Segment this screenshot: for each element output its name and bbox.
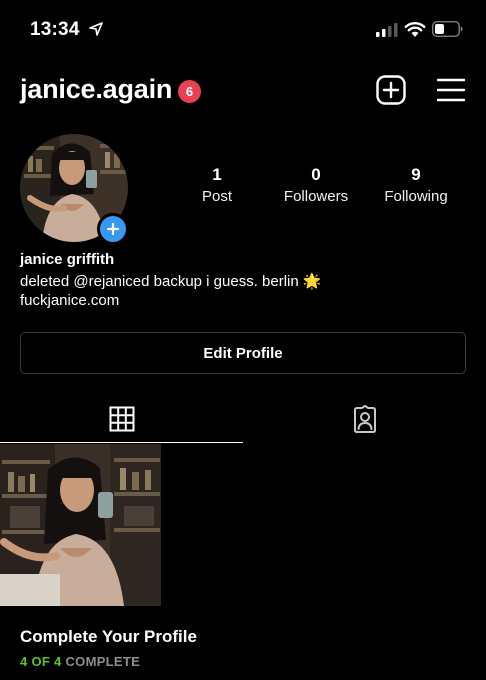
grid-icon (109, 406, 134, 431)
new-post-button[interactable] (376, 75, 406, 105)
wifi-icon (404, 22, 426, 37)
stat-posts-count: 1 (212, 165, 222, 184)
complete-profile-status: 4 OF 4 COMPLETE (20, 654, 140, 669)
stat-following-label: Following (384, 188, 448, 205)
status-bar: 13:34 (0, 0, 486, 60)
stat-posts[interactable]: 1 Post (167, 165, 267, 206)
stat-following[interactable]: 9 Following (366, 165, 466, 206)
stat-followers-count: 0 (311, 165, 321, 184)
stat-following-count: 9 (411, 165, 421, 184)
stat-posts-label: Post (201, 188, 232, 205)
profile-full-name: janice griffith (20, 251, 115, 268)
cellular-signal-icon (376, 23, 398, 37)
notification-badge[interactable]: 6 (178, 80, 201, 103)
stat-followers-label: Followers (283, 188, 349, 205)
tab-grid[interactable] (0, 395, 243, 443)
add-story-button[interactable] (97, 213, 129, 245)
location-arrow-icon (89, 22, 103, 36)
hamburger-menu-icon[interactable] (437, 78, 465, 102)
tagged-person-icon (353, 405, 376, 433)
complete-profile-count: 4 OF 4 (20, 654, 62, 669)
profile-bio: deleted @rejaniced backup i guess. berli… (20, 273, 322, 290)
post-thumbnail[interactable] (0, 444, 161, 606)
complete-profile-title: Complete Your Profile (20, 627, 197, 646)
profile-website-link[interactable]: fuckjanice.com (20, 292, 119, 309)
profile-username[interactable]: janice.again (20, 74, 172, 105)
edit-profile-button[interactable]: Edit Profile (20, 332, 466, 374)
plus-icon (106, 222, 120, 236)
complete-profile-label: COMPLETE (65, 654, 141, 669)
stat-followers[interactable]: 0 Followers (266, 165, 366, 206)
battery-icon (432, 21, 463, 37)
status-time: 13:34 (30, 19, 80, 40)
tab-tagged[interactable] (243, 395, 486, 443)
